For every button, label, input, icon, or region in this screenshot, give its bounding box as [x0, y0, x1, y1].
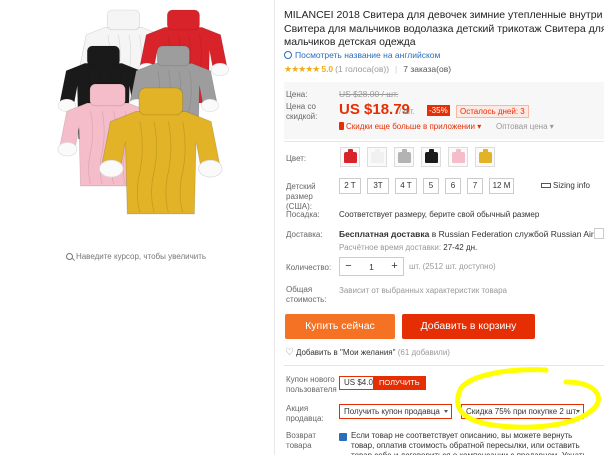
- seller-promo-label: Акция продавца:: [286, 404, 324, 423]
- sweater-icon: [479, 149, 492, 163]
- product-image[interactable]: [32, 6, 247, 221]
- color-swatch[interactable]: [475, 147, 495, 167]
- zoom-hint: Наведите курсор, чтобы увеличить: [0, 252, 272, 261]
- return-policy-text: Если товар не соответствует описанию, вы…: [351, 431, 587, 455]
- sweater-icon: [452, 149, 465, 163]
- rating-separator: |: [395, 64, 398, 74]
- return-label: Возврат товара: [286, 431, 316, 450]
- sizing-info-link[interactable]: Sizing info: [541, 181, 590, 190]
- magnifier-icon: [65, 253, 73, 260]
- color-swatch[interactable]: [421, 147, 441, 167]
- ruler-icon: [541, 183, 551, 188]
- chevron-down-icon: [444, 410, 448, 413]
- shipping-time-value: 27-42 дн.: [443, 243, 478, 252]
- add-to-cart-button[interactable]: Добавить в корзину: [402, 314, 535, 339]
- fit-text: Соответствует размеру, берите свой обычн…: [339, 210, 540, 219]
- fit-label: Посадка:: [286, 210, 320, 219]
- sale-price-unit: / шт.: [399, 107, 415, 116]
- app-discount-link[interactable]: Скидки еще больше в приложении ▾: [339, 122, 481, 131]
- price-box: Цена: US $28.00 / шт. Цена со скидкой: U…: [284, 82, 604, 139]
- get-coupon-button[interactable]: ПОЛУЧИТЬ: [373, 376, 426, 390]
- app-discount-text[interactable]: Скидки еще больше в приложении: [346, 122, 475, 131]
- days-left-badge: Осталось дней: 3: [456, 105, 529, 118]
- old-price-label: Цена:: [286, 90, 308, 99]
- heart-icon: ♡: [285, 347, 294, 358]
- seller-coupon-dropdown[interactable]: Получить купон продавца: [339, 404, 452, 419]
- size-option[interactable]: 7: [467, 178, 483, 194]
- chevron-down-icon: [576, 410, 580, 413]
- sweater-icon: [344, 149, 357, 163]
- separator: [284, 365, 604, 366]
- wishlist-count: (61 добавили): [397, 348, 450, 357]
- quantity-label: Количество:: [286, 263, 332, 272]
- old-price: US $28.00 / шт.: [339, 89, 399, 99]
- orders-count: 7 заказа(ов): [403, 64, 452, 74]
- product-title: MILANCEI 2018 Свитера для девочек зимние…: [284, 9, 604, 48]
- translate-link[interactable]: Посмотреть название на английском: [284, 50, 440, 60]
- size-option[interactable]: 4 T: [395, 178, 417, 194]
- separator: [284, 141, 604, 142]
- color-swatch[interactable]: [394, 147, 414, 167]
- translate-link-text[interactable]: Посмотреть название на английском: [295, 50, 440, 60]
- rating-stars[interactable]: ★★★★★: [284, 64, 320, 74]
- bulk-discount-text[interactable]: Скидка 75% при покупке 2 шт.: [466, 407, 578, 416]
- quantity-input[interactable]: [357, 258, 386, 275]
- shield-icon: [339, 433, 347, 441]
- sweater-icon: [398, 149, 411, 163]
- total-label: Общая стоимость:: [286, 285, 327, 304]
- rating-row: ★★★★★ 5.0 (1 голоса(ов)) | 7 заказа(ов): [284, 64, 451, 75]
- new-user-coupon-label: Купон нового пользователя: [286, 375, 337, 394]
- seller-coupon-text[interactable]: Получить купон продавца: [344, 407, 440, 416]
- quantity-increment-button[interactable]: +: [386, 258, 403, 275]
- sizing-info-text[interactable]: Sizing info: [553, 181, 590, 190]
- quantity-stepper: − +: [339, 257, 404, 276]
- shipping-info: Бесплатная доставка в Russian Federation…: [339, 229, 594, 239]
- shipping-label: Доставка:: [286, 230, 323, 239]
- mobile-icon: [339, 122, 344, 130]
- zoom-hint-text: Наведите курсор, чтобы увеличить: [75, 252, 207, 261]
- buy-now-button[interactable]: Купить сейчас: [285, 314, 395, 339]
- size-option[interactable]: 2 T: [339, 178, 361, 194]
- color-swatch[interactable]: [448, 147, 468, 167]
- shipping-time-label: Расчётное время доставки:: [339, 243, 442, 252]
- rating-value: 5.0: [321, 64, 334, 74]
- wishlist-link[interactable]: ♡ Добавить в "Мои желания" (61 добавили): [285, 347, 450, 358]
- sale-price-label: Цена со скидкой:: [286, 102, 318, 121]
- sweater-icon: [371, 149, 384, 163]
- discount-badge: -35%: [427, 105, 450, 116]
- product-gallery: Наведите курсор, чтобы увеличить: [0, 0, 272, 455]
- color-swatch[interactable]: [340, 147, 360, 167]
- color-label: Цвет:: [286, 154, 307, 163]
- total-text: Зависит от выбранных характеристик товар…: [339, 286, 507, 295]
- globe-icon: [284, 51, 292, 59]
- size-option[interactable]: 5: [423, 178, 439, 194]
- shipping-destination: в Russian Federation службой Russian Air: [431, 229, 594, 239]
- rating-votes[interactable]: (1 голоса(ов)): [335, 64, 389, 74]
- quantity-decrement-button[interactable]: −: [340, 258, 357, 275]
- size-option[interactable]: 6: [445, 178, 461, 194]
- wholesale-price-link[interactable]: Оптовая цена ▾: [496, 122, 554, 131]
- free-shipping-text: Бесплатная доставка: [339, 229, 430, 239]
- sweater-icon: [425, 149, 438, 163]
- bulk-discount-dropdown[interactable]: Скидка 75% при покупке 2 шт.: [461, 404, 584, 419]
- size-option[interactable]: 12 M: [489, 178, 514, 194]
- divider: [274, 0, 275, 455]
- shipping-time: Расчётное время доставки: 27-42 дн.: [339, 243, 477, 252]
- color-swatch[interactable]: [367, 147, 387, 167]
- wishlist-text[interactable]: Добавить в "Мои желания": [296, 348, 396, 357]
- size-option[interactable]: 3T: [367, 178, 389, 194]
- size-label: Детский размер (США):: [286, 182, 316, 211]
- product-details: MILANCEI 2018 Свитера для девочек зимние…: [284, 0, 604, 455]
- wholesale-text[interactable]: Оптовая цена: [496, 122, 548, 131]
- quantity-available: шт. (2512 шт. доступно): [409, 262, 496, 271]
- shipping-dropdown-toggle[interactable]: [594, 228, 604, 239]
